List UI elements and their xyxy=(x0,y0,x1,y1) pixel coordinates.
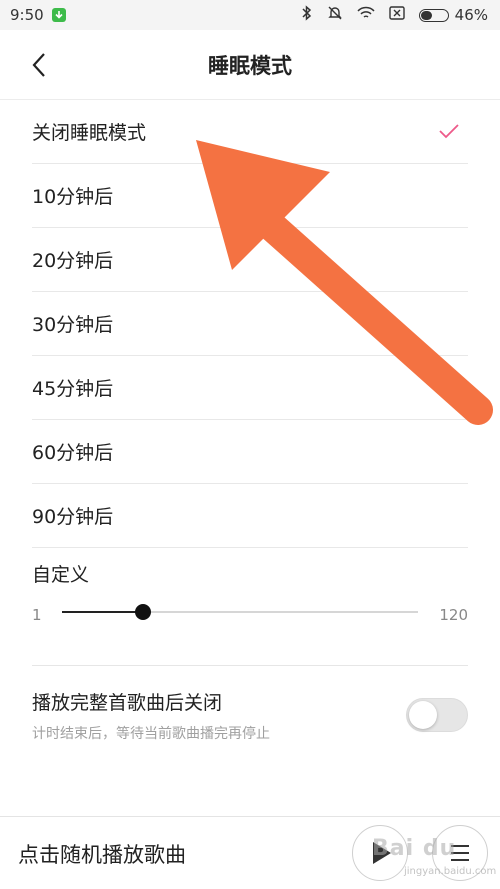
sleep-option-row[interactable]: 45分钟后 xyxy=(32,356,468,420)
slider-min-label: 1 xyxy=(32,606,42,624)
wifi-icon xyxy=(357,6,375,24)
custom-label: 自定义 xyxy=(32,564,90,586)
watermark: Bai du xyxy=(372,836,457,861)
sleep-option-row[interactable]: 60分钟后 xyxy=(32,420,468,484)
sleep-option-label: 20分钟后 xyxy=(32,250,114,272)
sleep-option-label: 60分钟后 xyxy=(32,442,114,464)
battery-icon xyxy=(418,8,449,22)
slider-max-label: 120 xyxy=(439,606,468,624)
sleep-option-label: 30分钟后 xyxy=(32,314,114,336)
slider-thumb[interactable] xyxy=(134,604,151,620)
sleep-option-row[interactable]: 10分钟后 xyxy=(32,164,468,228)
sim-none-icon xyxy=(388,6,405,24)
sleep-option-label: 10分钟后 xyxy=(32,186,114,208)
sleep-option-row[interactable]: 90分钟后 xyxy=(32,484,468,548)
finish-song-description: 计时结束后，等待当前歌曲播完再停止 xyxy=(32,726,270,742)
custom-timer-slider[interactable] xyxy=(62,604,418,620)
battery-percent: 46% xyxy=(454,6,488,24)
sleep-option-row[interactable]: 30分钟后 xyxy=(32,292,468,356)
page-title: 睡眠模式 xyxy=(208,54,292,78)
finish-song-section: 播放完整首歌曲后关闭 计时结束后，等待当前歌曲播完再停止 xyxy=(0,666,500,786)
battery-fill xyxy=(420,10,432,20)
nav-bar: 睡眠模式 xyxy=(0,30,500,100)
sleep-option-label: 90分钟后 xyxy=(32,506,114,528)
slider-fill xyxy=(62,611,143,613)
sleep-option-label: 45分钟后 xyxy=(32,378,114,400)
sleep-option-label: 关闭睡眠模式 xyxy=(32,122,147,144)
watermark-sub: jingyan.baidu.com xyxy=(404,866,497,877)
sleep-option-list: 关闭睡眠模式 10分钟后 20分钟后 30分钟后 45分钟后 60分钟后 90分钟后 xyxy=(0,100,500,548)
random-play-button[interactable]: 点击随机播放歌曲 xyxy=(18,839,186,869)
sleep-option-row[interactable]: 20分钟后 xyxy=(32,228,468,292)
checkmark-icon xyxy=(439,124,459,139)
mute-bell-icon xyxy=(327,5,343,25)
finish-song-title: 播放完整首歌曲后关闭 xyxy=(32,692,223,714)
status-time: 9:50 xyxy=(10,6,44,24)
download-notification-icon xyxy=(51,8,66,22)
custom-timer-section: 自定义 1 120 xyxy=(0,540,500,666)
sleep-option-row[interactable]: 关闭睡眠模式 xyxy=(32,100,468,164)
bluetooth-icon xyxy=(301,5,313,25)
battery-indicator: 46% xyxy=(418,6,488,24)
toggle-knob xyxy=(409,701,437,729)
finish-song-toggle[interactable] xyxy=(406,698,468,732)
status-bar: 9:50 46% xyxy=(0,0,500,30)
